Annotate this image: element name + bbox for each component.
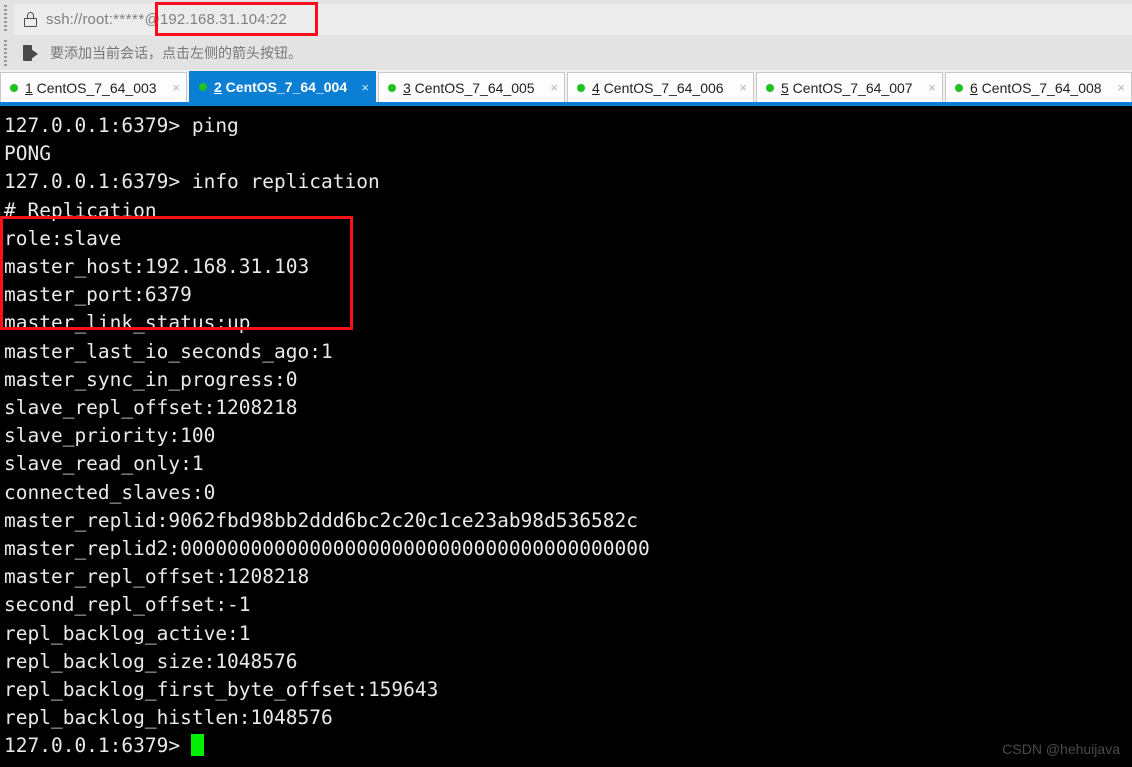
toolbar-drag-handle-row2[interactable] (4, 40, 7, 66)
tab-status-dot (10, 83, 18, 92)
terminal-line: # Replication (4, 198, 157, 222)
tab-close-icon[interactable]: × (361, 80, 369, 95)
terminal-line: master_last_io_seconds_ago:1 (4, 339, 333, 363)
terminal-line: repl_backlog_histlen:1048576 (4, 706, 333, 730)
tab-4[interactable]: 4 CentOS_7_64_006 × (567, 72, 754, 102)
tab-label: 2 CentOS_7_64_004 (214, 79, 348, 95)
tab-close-icon[interactable]: × (172, 80, 180, 95)
terminal-line: master_replid:9062fbd98bb2ddd6bc2c20c1ce… (4, 508, 638, 532)
address-text: ssh://root:*****@192.168.31.104:22 (46, 11, 287, 28)
tab-close-icon[interactable]: × (550, 80, 558, 95)
lock-icon (24, 12, 37, 27)
session-arrow-icon[interactable] (23, 45, 40, 61)
tab-label: 3 CentOS_7_64_005 (403, 79, 535, 96)
terminal-line: 127.0.0.1:6379> info replication (4, 170, 380, 194)
terminal-line: slave_read_only:1 (4, 452, 204, 476)
terminal-line: PONG (4, 142, 51, 166)
terminal-app-window: ssh://root:*****@192.168.31.104:22 要添加当前… (0, 0, 1132, 767)
address-masked-password: ***** (112, 11, 145, 28)
tab-3[interactable]: 3 CentOS_7_64_005 × (378, 72, 565, 102)
tab-status-dot (766, 83, 774, 92)
terminal-line: slave_repl_offset:1208218 (4, 396, 298, 420)
terminal-output[interactable]: 127.0.0.1:6379> ping PONG 127.0.0.1:6379> … (0, 106, 1132, 765)
tab-label: 6 CentOS_7_64_008 (970, 79, 1102, 96)
terminal-cursor (191, 734, 205, 757)
terminal-line: master_repl_offset:1208218 (4, 565, 310, 589)
terminal-line: slave_priority:100 (4, 424, 216, 448)
terminal-prompt: 127.0.0.1:6379> (4, 734, 181, 758)
address-host-port: @192.168.31.104:22 (144, 11, 287, 28)
terminal-line: master_host:192.168.31.103 (4, 255, 310, 279)
toolbar: ssh://root:*****@192.168.31.104:22 要添加当前… (0, 0, 1132, 70)
terminal-line: connected_slaves:0 (4, 480, 216, 504)
terminal-prompt-line: 127.0.0.1:6379> (4, 732, 1132, 760)
tab-status-dot (388, 83, 396, 92)
tab-close-icon[interactable]: × (928, 80, 936, 95)
address-prefix: ssh://root: (46, 11, 113, 28)
tab-label: 5 CentOS_7_64_007 (781, 79, 913, 96)
terminal-line: repl_backlog_size:1048576 (4, 649, 298, 673)
tab-status-dot (955, 83, 963, 92)
terminal-line: master_port:6379 (4, 283, 192, 307)
tab-close-icon[interactable]: × (1117, 80, 1125, 95)
terminal-line: master_replid2:0000000000000000000000000… (4, 537, 650, 561)
terminal-line: repl_backlog_first_byte_offset:159643 (4, 678, 439, 702)
tab-1[interactable]: 1 CentOS_7_64_003 × (0, 72, 187, 102)
session-hint-text: 要添加当前会话，点击左侧的箭头按钮。 (50, 46, 302, 62)
toolbar-drag-handle-row1[interactable] (4, 5, 7, 31)
address-bar[interactable]: ssh://root:*****@192.168.31.104:22 (14, 4, 1132, 35)
tab-bar: 1 CentOS_7_64_003 × 2 CentOS_7_64_004 × 3 Ce… (0, 70, 1132, 102)
tab-close-icon[interactable]: × (739, 80, 747, 95)
terminal-line: 127.0.0.1:6379> ping (4, 114, 239, 137)
watermark: CSDN @hehuijava (1002, 741, 1120, 757)
tab-status-dot (199, 83, 207, 91)
terminal-line: role:slave (4, 226, 122, 250)
session-hint-bar: 要添加当前会话，点击左侧的箭头按钮。 (14, 36, 1132, 70)
terminal-line: repl_backlog_active:1 (4, 621, 251, 645)
tab-5[interactable]: 5 CentOS_7_64_007 × (756, 72, 943, 102)
tab-6[interactable]: 6 CentOS_7_64_008 × (945, 72, 1132, 102)
terminal-line: master_link_status:up (4, 311, 251, 335)
terminal-line: second_repl_offset:-1 (4, 593, 251, 617)
tab-label: 1 CentOS_7_64_003 (25, 79, 157, 96)
tab-label: 4 CentOS_7_64_006 (592, 79, 724, 96)
terminal-line: master_sync_in_progress:0 (4, 367, 298, 391)
tab-2[interactable]: 2 CentOS_7_64_004 × (189, 71, 376, 102)
tab-status-dot (577, 83, 585, 92)
